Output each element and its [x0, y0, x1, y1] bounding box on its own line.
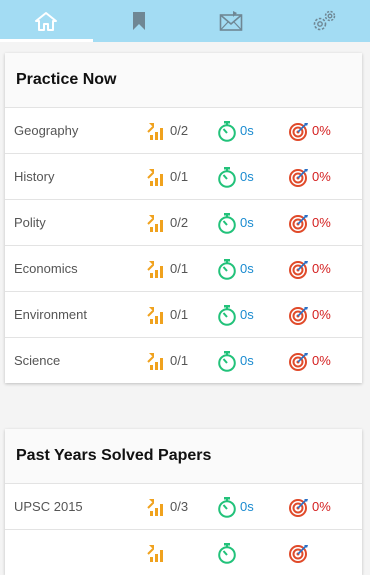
card-title: Past Years Solved Papers [16, 447, 211, 465]
attempted-stat: 0/1 [147, 168, 188, 186]
accuracy-value: 0% [312, 215, 331, 230]
attempted-value: 0/2 [170, 123, 188, 138]
home-icon [35, 11, 57, 31]
subject-label: Economics [14, 261, 78, 276]
accuracy-value: 0% [312, 353, 331, 368]
accuracy-stat: 0% [289, 121, 331, 141]
tab-home[interactable] [0, 0, 93, 42]
time-stat: 0s [217, 496, 254, 518]
stopwatch-icon [217, 212, 237, 234]
accuracy-stat: 0% [289, 259, 331, 279]
papers-list: UPSC 2015 0/3 [5, 484, 362, 575]
attempted-value: 0/1 [170, 353, 188, 368]
attempted-value: 0/3 [170, 499, 188, 514]
tab-bookmarks[interactable] [93, 0, 186, 42]
list-item[interactable]: UPSC 2015 0/3 [5, 484, 362, 530]
time-stat: 0s [217, 258, 254, 280]
list-item[interactable]: Polity 0/2 [5, 200, 362, 246]
attempted-value: 0/1 [170, 307, 188, 322]
time-value: 0s [240, 353, 254, 368]
list-item[interactable]: Economics 0/1 [5, 246, 362, 292]
attempted-value: 0/1 [170, 261, 188, 276]
subject-label: Environment [14, 307, 87, 322]
time-stat: 0s [217, 212, 254, 234]
accuracy-stat: 0% [289, 497, 331, 517]
target-icon [289, 497, 309, 517]
target-icon [289, 305, 309, 325]
subject-label: Polity [14, 215, 46, 230]
attempted-stat: 0/2 [147, 122, 188, 140]
growth-chart-icon [147, 214, 167, 232]
time-value: 0s [240, 261, 254, 276]
time-value: 0s [240, 499, 254, 514]
stopwatch-icon [217, 496, 237, 518]
stopwatch-icon [217, 304, 237, 326]
subject-label: Science [14, 353, 60, 368]
target-icon [289, 167, 309, 187]
growth-chart-icon [147, 544, 167, 562]
list-item[interactable]: Environment 0/1 [5, 292, 362, 338]
growth-chart-icon [147, 260, 167, 278]
growth-chart-icon [147, 352, 167, 370]
practice-now-card: Practice Now Geography 0/2 [5, 53, 362, 383]
stopwatch-icon [217, 350, 237, 372]
time-value: 0s [240, 169, 254, 184]
accuracy-value: 0% [312, 169, 331, 184]
time-stat: 0s [217, 304, 254, 326]
accuracy-stat: 0% [289, 351, 331, 371]
envelope-icon [219, 10, 243, 32]
time-stat: 0s [217, 166, 254, 188]
gears-icon [311, 9, 337, 33]
target-icon [289, 213, 309, 233]
time-value: 0s [240, 307, 254, 322]
accuracy-stat: 0% [289, 305, 331, 325]
list-item[interactable]: Geography 0/2 [5, 108, 362, 154]
attempted-stat: 0/2 [147, 214, 188, 232]
stopwatch-icon [217, 120, 237, 142]
accuracy-stat: 0% [289, 167, 331, 187]
past-years-card: Past Years Solved Papers UPSC 2015 0/3 [5, 429, 362, 575]
card-header: Past Years Solved Papers [5, 429, 362, 484]
growth-chart-icon [147, 122, 167, 140]
practice-list: Geography 0/2 [5, 108, 362, 383]
bookmark-icon [132, 11, 146, 31]
accuracy-stat: 0% [289, 213, 331, 233]
accuracy-value: 0% [312, 499, 331, 514]
growth-chart-icon [147, 168, 167, 186]
attempted-stat: 0/1 [147, 352, 188, 370]
top-tab-bar [0, 0, 370, 42]
attempted-value: 0/2 [170, 215, 188, 230]
list-item[interactable]: History 0/1 [5, 154, 362, 200]
growth-chart-icon [147, 498, 167, 516]
subject-label: Geography [14, 123, 78, 138]
target-icon [289, 351, 309, 371]
accuracy-value: 0% [312, 123, 331, 138]
tab-messages[interactable] [185, 0, 278, 42]
list-item[interactable]: Science 0/1 [5, 338, 362, 383]
time-stat: 0s [217, 120, 254, 142]
attempted-stat: 0/1 [147, 306, 188, 324]
card-title: Practice Now [16, 71, 116, 89]
stopwatch-icon [217, 542, 237, 564]
subject-label: History [14, 169, 54, 184]
target-icon [289, 259, 309, 279]
attempted-stat: 0/3 [147, 498, 188, 516]
time-value: 0s [240, 123, 254, 138]
accuracy-value: 0% [312, 307, 331, 322]
time-stat: 0s [217, 350, 254, 372]
accuracy-value: 0% [312, 261, 331, 276]
target-icon [289, 121, 309, 141]
attempted-stat [147, 544, 170, 562]
card-header: Practice Now [5, 53, 362, 108]
list-item[interactable] [5, 530, 362, 575]
stopwatch-icon [217, 258, 237, 280]
subject-label: UPSC 2015 [14, 499, 83, 514]
growth-chart-icon [147, 306, 167, 324]
stopwatch-icon [217, 166, 237, 188]
time-value: 0s [240, 215, 254, 230]
attempted-value: 0/1 [170, 169, 188, 184]
attempted-stat: 0/1 [147, 260, 188, 278]
time-stat [217, 542, 240, 564]
tab-settings[interactable] [278, 0, 370, 42]
